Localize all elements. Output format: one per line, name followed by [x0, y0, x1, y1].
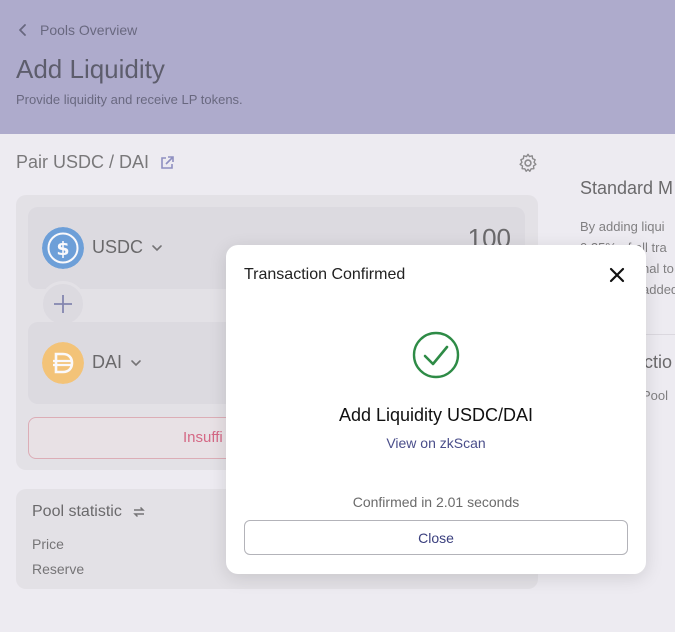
- close-icon[interactable]: [608, 266, 626, 284]
- close-button[interactable]: Close: [244, 520, 628, 555]
- modal-title: Transaction Confirmed: [244, 266, 406, 283]
- transaction-confirmed-modal: Transaction Confirmed Add Liquidity USDC…: [226, 245, 646, 574]
- modal-heading: Add Liquidity USDC/DAI: [338, 405, 534, 425]
- check-circle-icon: [412, 331, 460, 379]
- confirmed-time-text: Confirmed in 2.01 seconds: [352, 494, 520, 510]
- view-on-zkscan-link[interactable]: View on zkScan: [226, 435, 646, 451]
